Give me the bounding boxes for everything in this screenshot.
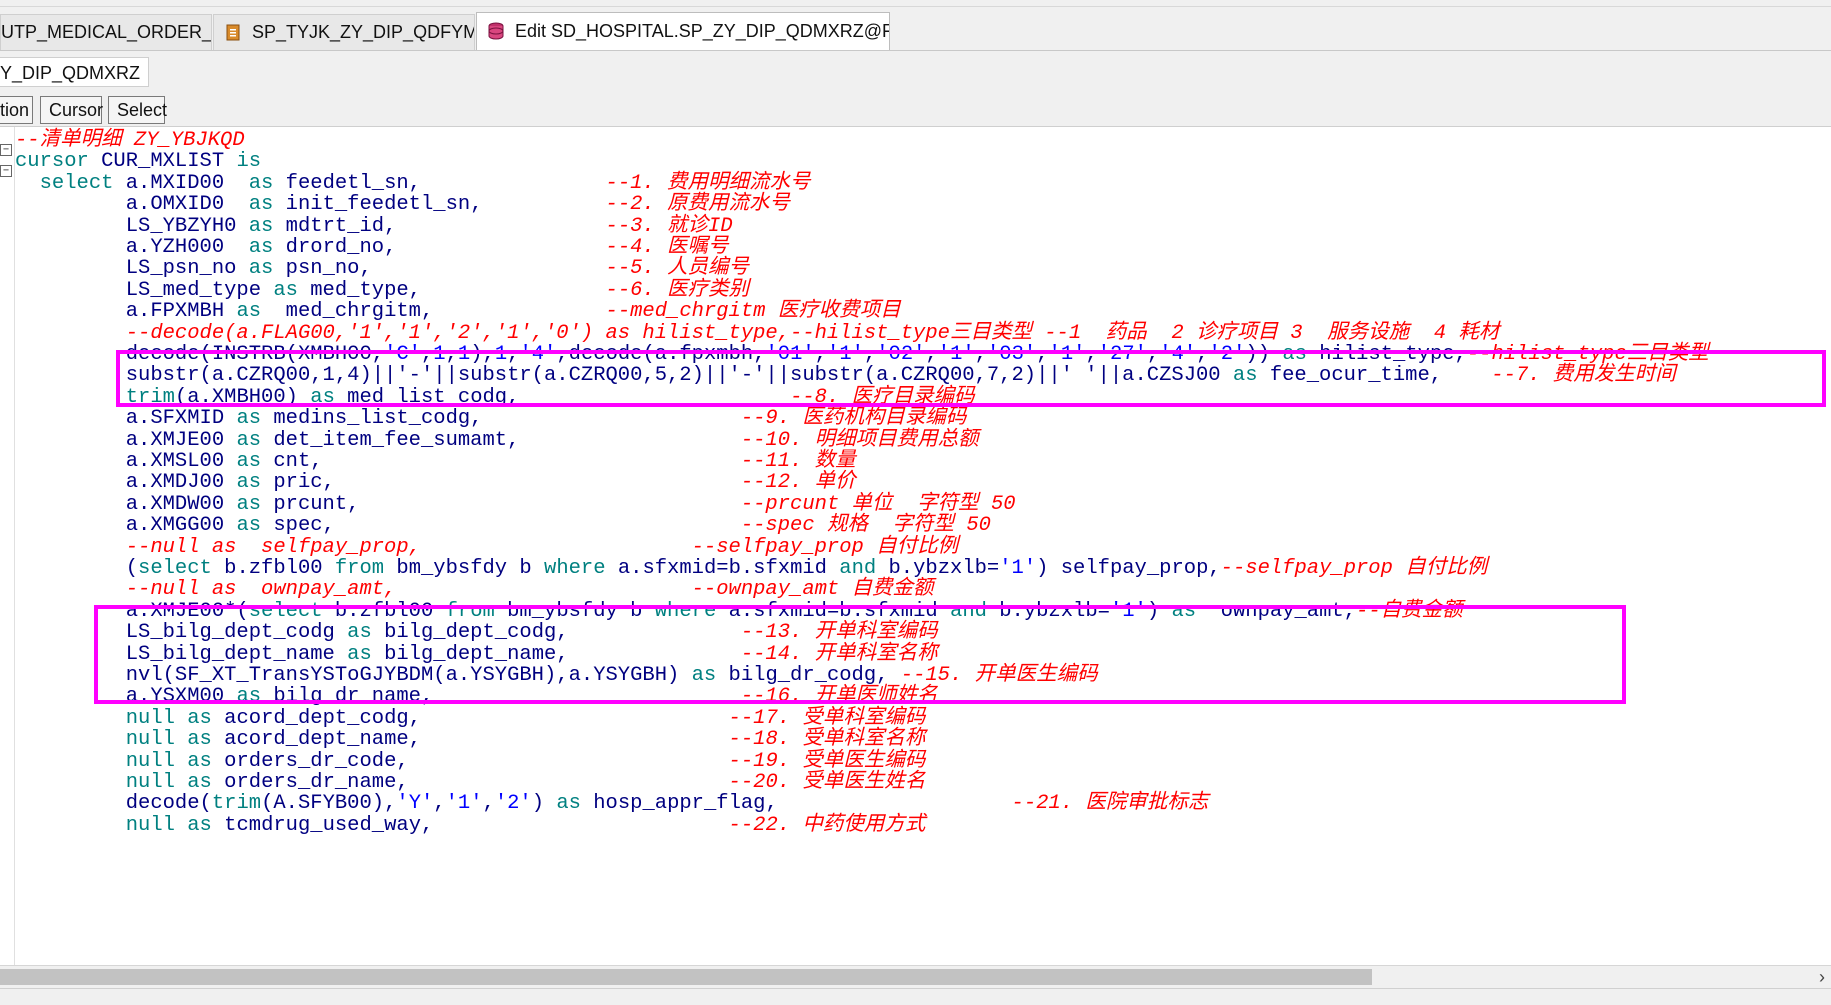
window-top-strip bbox=[0, 0, 1831, 7]
code-token: as bbox=[1232, 364, 1258, 388]
function-button[interactable]: tion bbox=[0, 96, 33, 124]
horizontal-scrollbar[interactable]: › bbox=[0, 965, 1831, 988]
database-procedure-icon bbox=[224, 23, 244, 43]
scrollbar-thumb[interactable] bbox=[0, 969, 1372, 985]
code-token: ) selfpay_prop, bbox=[1036, 557, 1221, 580]
object-subtab-row: Y_DIP_QDMXRZ bbox=[0, 51, 1831, 89]
code-token: '1' bbox=[1109, 599, 1147, 623]
code-token: ownpay_amt, bbox=[1196, 599, 1357, 623]
fold-toggle-icon[interactable]: − bbox=[0, 144, 12, 156]
code-token: --7. 费用发生时间 bbox=[1491, 364, 1676, 388]
code-token: b.ybzxlb= bbox=[986, 599, 1110, 623]
code-token: --21. 医院审批标志 bbox=[1011, 792, 1209, 816]
code-token: '1' bbox=[999, 557, 1037, 580]
code-line[interactable]: null as tcmdrug_used_way, --22. 中药使用方式 bbox=[15, 813, 926, 838]
object-subtab[interactable]: Y_DIP_QDMXRZ bbox=[0, 57, 150, 87]
select-button[interactable]: Select bbox=[108, 96, 167, 124]
editor-tab-bar: UTP_MEDICAL_ORDER_HTBL ... SP_TYJK_ZY_DI… bbox=[0, 8, 1831, 51]
code-token: fee_ocur_time, bbox=[1257, 364, 1492, 388]
code-token: null bbox=[125, 813, 175, 837]
fold-gutter: − − bbox=[0, 127, 15, 965]
scroll-right-arrow-icon[interactable]: › bbox=[1819, 966, 1825, 988]
database-edit-icon bbox=[487, 22, 507, 42]
tab-sp-tyjk[interactable]: SP_TYJK_ZY_DIP_QDFYMX; SP_ ... bbox=[213, 14, 475, 50]
code-token: and bbox=[950, 599, 987, 623]
cursor-button[interactable]: Cursor bbox=[40, 96, 103, 124]
tab-label: SP_TYJK_ZY_DIP_QDFYMX; SP_ ... bbox=[252, 22, 475, 42]
editor-button-row: tion Cursor Select bbox=[0, 90, 1831, 127]
code-token: tcmdrug_used_way, bbox=[211, 813, 729, 837]
tab-label: Edit SD_HOSPITAL.SP_ZY_DIP_QDMXRZ@FUANZS bbox=[515, 21, 890, 41]
code-token: as bbox=[1171, 599, 1197, 623]
tab-label: UTP_MEDICAL_ORDER_HTBL ... bbox=[1, 22, 212, 42]
code-token: --自费金额 bbox=[1356, 599, 1463, 623]
code-token: ) bbox=[1146, 599, 1172, 623]
tab-edit-sp-zy-dip-qdmxrz[interactable]: Edit SD_HOSPITAL.SP_ZY_DIP_QDMXRZ@FUANZS… bbox=[476, 12, 890, 50]
code-token: as bbox=[187, 813, 212, 837]
sql-code-editor[interactable]: − − --清单明细 ZY_YBJKQD cursor CUR_MXLIST is… bbox=[0, 127, 1831, 965]
code-token: --22. 中药使用方式 bbox=[728, 813, 926, 837]
code-token: --selfpay_prop 自付比例 bbox=[1220, 557, 1488, 580]
fold-toggle-icon[interactable]: − bbox=[0, 165, 12, 177]
tab-utp-medical-order[interactable]: UTP_MEDICAL_ORDER_HTBL ... bbox=[0, 14, 212, 50]
status-bar bbox=[0, 988, 1831, 1005]
